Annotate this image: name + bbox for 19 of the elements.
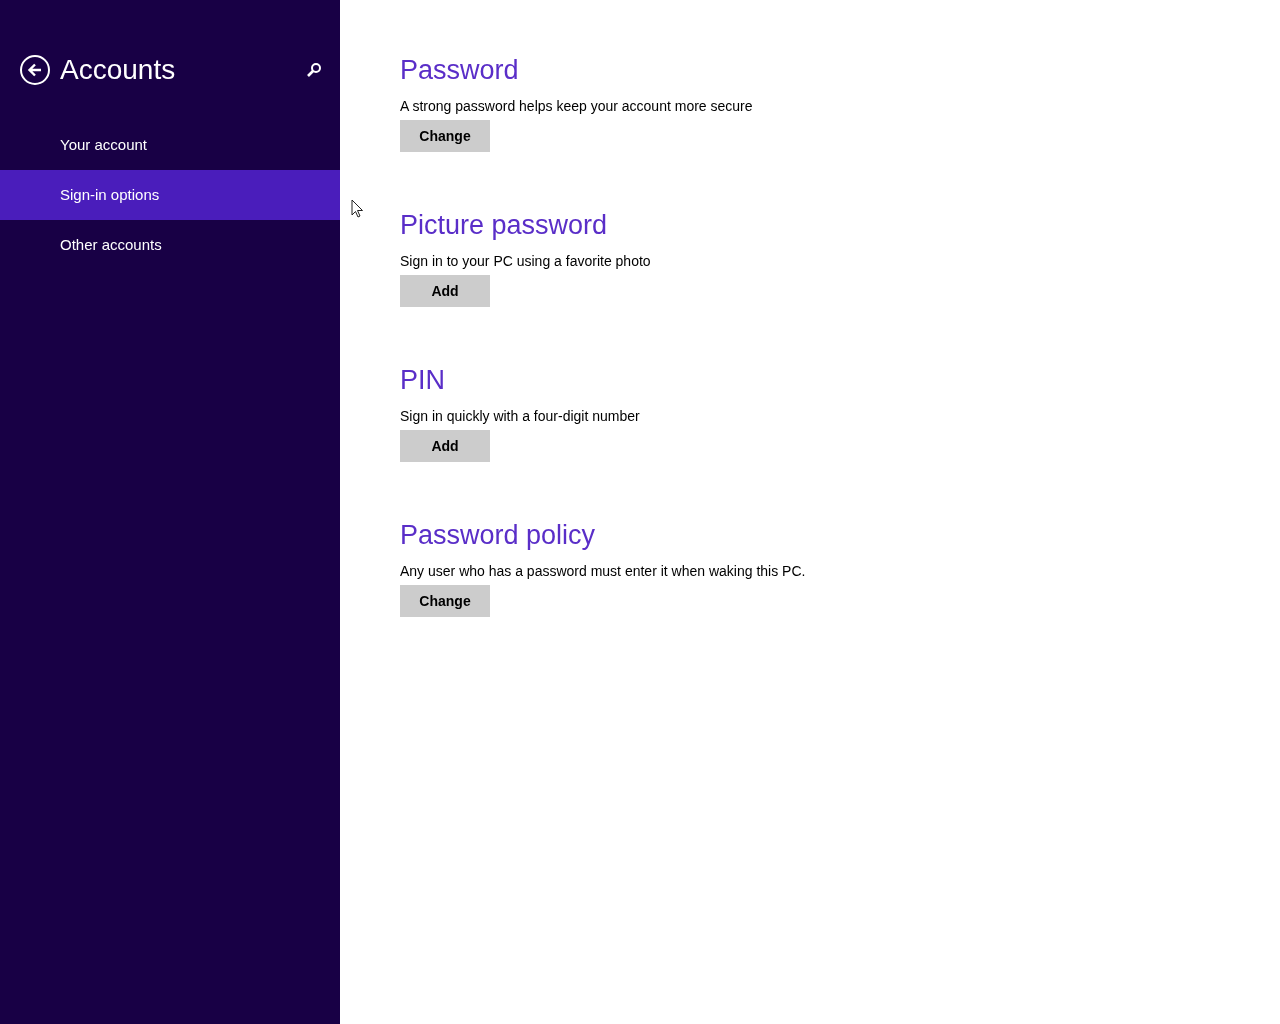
section-description: A strong password helps keep your account more secure <box>400 97 753 115</box>
section-description: Any user who has a password must enter it when waking this PC. <box>400 562 806 580</box>
back-icon[interactable] <box>20 55 50 85</box>
nav-item[interactable]: Sign-in options <box>0 170 340 220</box>
action-button[interactable]: Change <box>400 585 490 617</box>
section-heading: Password <box>400 54 519 87</box>
section-heading: PIN <box>400 364 445 397</box>
search-icon[interactable] <box>306 62 322 78</box>
section-heading: Password policy <box>400 519 596 552</box>
action-button[interactable]: Add <box>400 275 490 307</box>
section-heading: Picture password <box>400 209 608 242</box>
section-description: Sign in to your PC using a favorite photo <box>400 252 651 270</box>
action-button[interactable]: Change <box>400 120 490 152</box>
section-description: Sign in quickly with a four-digit number <box>400 407 640 425</box>
page-title: Accounts <box>60 53 176 87</box>
nav-item[interactable]: Other accounts <box>0 220 340 270</box>
nav-item[interactable]: Your account <box>0 120 340 170</box>
action-button[interactable]: Add <box>400 430 490 462</box>
mouse-pointer-icon <box>351 199 364 218</box>
